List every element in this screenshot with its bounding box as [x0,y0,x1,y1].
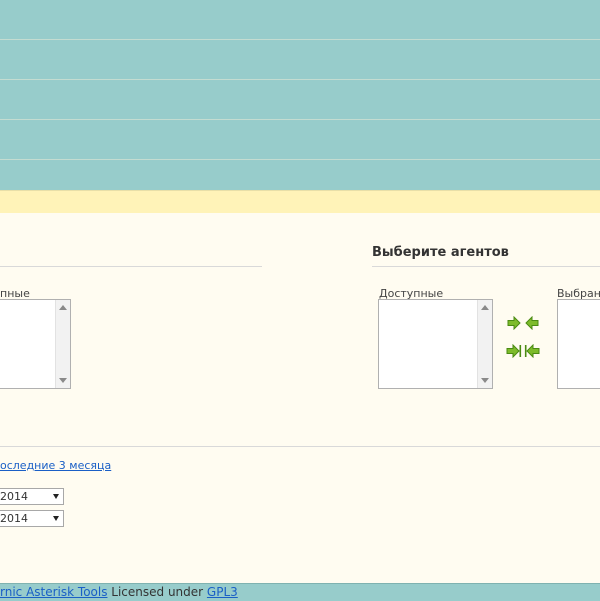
remove-arrow-icon[interactable] [525,316,539,330]
agents-available-listbox[interactable] [378,299,493,389]
agents-section-divider [372,266,600,267]
start-year-select[interactable]: 2014 [0,488,64,505]
scroll-up-icon[interactable] [59,305,67,310]
scroll-down-icon[interactable] [481,378,489,383]
scroll-down-icon[interactable] [59,378,67,383]
license-text: Licensed under [107,585,207,599]
left-available-listbox[interactable] [0,299,71,389]
scroll-up-icon[interactable] [481,305,489,310]
agents-selected-listbox[interactable] [557,299,600,389]
project-link[interactable]: rnic Asterisk Tools [0,585,107,599]
add-arrow-icon[interactable] [507,316,521,330]
chevron-down-icon [53,494,59,499]
license-link[interactable]: GPL3 [207,585,238,599]
left-section-divider [0,266,262,267]
last-3-months-link[interactable]: оследние 3 месяца [0,459,111,472]
period-divider [0,446,600,447]
page-footer: rnic Asterisk Tools Licensed under GPL3 [0,583,600,601]
start-year-value: 2014 [0,490,28,503]
remove-all-icon[interactable] [524,344,540,358]
notice-bar [0,190,600,214]
listbox-scrollbar[interactable] [477,300,492,388]
listbox-scrollbar[interactable] [55,300,70,388]
chevron-down-icon [53,516,59,521]
add-all-icon[interactable] [506,344,522,358]
agents-section-title: Выберите агентов [372,245,509,260]
end-year-value: 2014 [0,512,28,525]
report-form: Выберите агентов пные Доступные Выбран о… [0,213,600,583]
end-year-select[interactable]: 2014 [0,510,64,527]
header-banner [0,0,600,190]
